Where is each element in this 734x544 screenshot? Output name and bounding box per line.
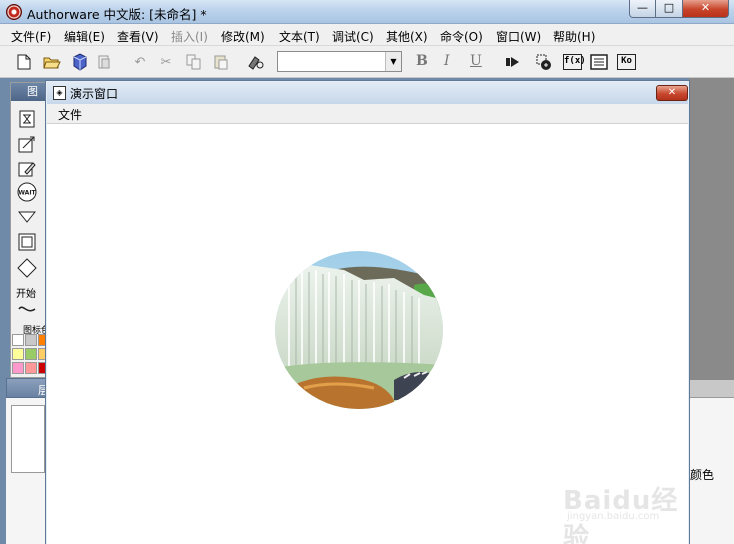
presentation-title-bar[interactable]: ◈ 演示窗口 ✕ bbox=[47, 82, 688, 104]
layers-panel-header[interactable]: 层 bbox=[6, 378, 49, 398]
functions-button[interactable]: f(x) bbox=[563, 54, 586, 70]
copy-icon[interactable] bbox=[184, 52, 204, 72]
italic-button[interactable]: I bbox=[444, 53, 450, 69]
flowline-document[interactable] bbox=[11, 405, 45, 473]
presentation-close-button[interactable]: ✕ bbox=[656, 85, 688, 101]
menu-modify[interactable]: 修改(M) bbox=[221, 28, 265, 45]
wait-text: WAIT bbox=[18, 190, 36, 197]
menu-bar: 文件(F) 编辑(E) 查看(V) 插入(I) 修改(M) 文本(T) 调试(C… bbox=[0, 24, 734, 46]
title-bar: Authorware 中文版: [未命名] * — □ ✕ bbox=[0, 0, 734, 24]
text-style-combo[interactable]: ▼ bbox=[277, 51, 402, 72]
decision-icon[interactable] bbox=[17, 258, 37, 278]
cut-icon[interactable]: ✂ bbox=[156, 52, 176, 72]
combo-arrow-icon[interactable]: ▼ bbox=[385, 52, 401, 71]
presentation-menu-bar: 文件 bbox=[47, 104, 688, 124]
knowledge-objects-button[interactable]: Ko bbox=[617, 54, 636, 70]
toolbar: ↶ ✂ ▼ B I U f(x) Ko bbox=[0, 46, 734, 78]
underline-button[interactable]: U bbox=[470, 53, 482, 69]
color-swatch[interactable] bbox=[12, 334, 24, 346]
run-icon[interactable] bbox=[503, 52, 523, 72]
icon-palette: 图 WAIT 开始 图标色 bbox=[10, 82, 50, 378]
maximize-button[interactable]: □ bbox=[656, 0, 683, 18]
menu-view[interactable]: 查看(V) bbox=[117, 28, 159, 45]
menu-edit[interactable]: 编辑(E) bbox=[64, 28, 105, 45]
menu-other[interactable]: 其他(X) bbox=[386, 28, 428, 45]
save-all-icon[interactable] bbox=[70, 52, 90, 72]
presentation-window: ◈ 演示窗口 ✕ 文件 bbox=[45, 80, 690, 544]
menu-insert[interactable]: 插入(I) bbox=[171, 28, 208, 45]
presentation-canvas[interactable] bbox=[47, 124, 688, 544]
presentation-window-title: 演示窗口 bbox=[70, 87, 119, 101]
palette-title: 图 bbox=[11, 83, 49, 101]
color-swatch[interactable] bbox=[12, 362, 24, 374]
menu-debug[interactable]: 调试(C) bbox=[332, 28, 374, 45]
menu-window[interactable]: 窗口(W) bbox=[496, 28, 541, 45]
control-panel-icon[interactable] bbox=[534, 52, 554, 72]
menu-command[interactable]: 命令(O) bbox=[440, 28, 483, 45]
navigate-icon[interactable] bbox=[17, 207, 37, 227]
motion-icon[interactable] bbox=[17, 134, 37, 154]
authorware-app-icon[interactable] bbox=[6, 4, 22, 20]
close-button[interactable]: ✕ bbox=[683, 0, 729, 18]
properties-panel-header bbox=[689, 380, 734, 398]
undo-icon[interactable]: ↶ bbox=[130, 52, 150, 72]
erase-icon[interactable] bbox=[17, 158, 37, 178]
color-swatch[interactable] bbox=[25, 348, 37, 360]
presentation-menu-file[interactable]: 文件 bbox=[58, 106, 82, 123]
menu-text[interactable]: 文本(T) bbox=[279, 28, 320, 45]
bold-button[interactable]: B bbox=[416, 53, 428, 69]
waterfall-image[interactable] bbox=[274, 250, 444, 410]
color-label: 颜色 bbox=[690, 468, 715, 482]
framework-icon[interactable] bbox=[17, 232, 37, 252]
open-file-icon[interactable] bbox=[42, 52, 62, 72]
new-file-icon[interactable] bbox=[14, 52, 34, 72]
wait-icon[interactable]: WAIT bbox=[17, 182, 37, 202]
color-swatch[interactable] bbox=[12, 348, 24, 360]
start-flag-label: 开始 bbox=[16, 289, 36, 300]
minimize-button[interactable]: — bbox=[629, 0, 656, 18]
variables-icon[interactable] bbox=[589, 52, 609, 72]
presentation-window-icon: ◈ bbox=[53, 86, 66, 100]
import-icon[interactable] bbox=[94, 52, 114, 72]
color-swatch[interactable] bbox=[25, 334, 37, 346]
window-title: Authorware 中文版: [未命名] * bbox=[27, 7, 207, 22]
display-icon[interactable] bbox=[17, 109, 37, 129]
paste-icon[interactable] bbox=[211, 52, 231, 72]
menu-help[interactable]: 帮助(H) bbox=[553, 28, 595, 45]
find-icon[interactable] bbox=[246, 52, 266, 72]
start-flag-icon[interactable] bbox=[17, 299, 37, 319]
color-swatch[interactable] bbox=[25, 362, 37, 374]
menu-file[interactable]: 文件(F) bbox=[11, 28, 51, 45]
